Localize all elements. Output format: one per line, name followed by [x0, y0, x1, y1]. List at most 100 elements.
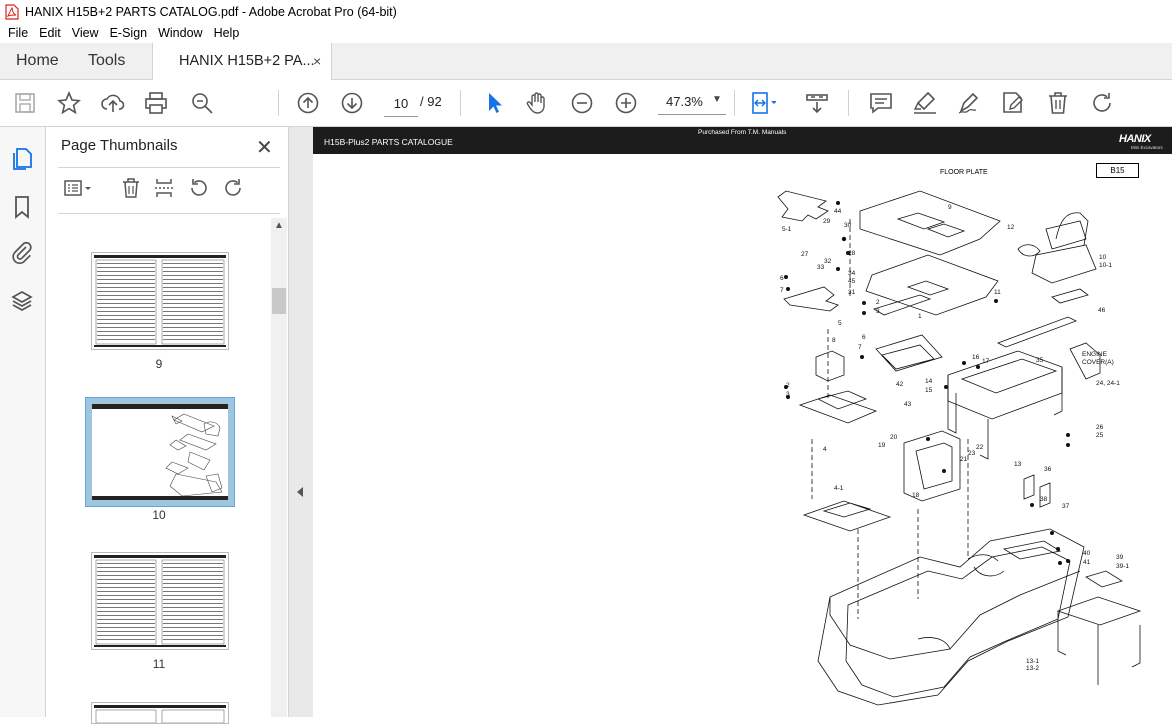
prev-page-icon[interactable] [295, 90, 321, 116]
callout-13-2: 13-2 [1026, 665, 1039, 672]
hand-icon[interactable] [524, 90, 550, 116]
scroll-up-icon[interactable]: ▲ [274, 220, 284, 231]
callout-18: 18 [912, 492, 920, 499]
callout-35: 35 [1036, 357, 1044, 364]
select-cursor-icon[interactable] [481, 90, 507, 116]
menu-edit[interactable]: Edit [39, 26, 61, 40]
thumbnail-options-icon[interactable] [61, 177, 91, 199]
hanix-logo: HANIX [1119, 133, 1151, 145]
page-total: / 92 [420, 94, 442, 109]
callout-16: 16 [972, 354, 980, 361]
tab-document[interactable]: HANIX H15B+2 PA... × [152, 43, 332, 80]
callout-27: 27 [801, 251, 809, 258]
callout-5-1: 5-1 [782, 226, 792, 233]
print-icon[interactable] [143, 90, 169, 116]
rotate-icon[interactable] [1089, 90, 1115, 116]
star-icon[interactable] [56, 90, 82, 116]
callout-17: 17 [982, 358, 990, 365]
menu-window[interactable]: Window [158, 26, 202, 40]
page-view-icon[interactable] [750, 90, 777, 116]
callout-2b: 2 [786, 382, 790, 389]
page-thumbnail-12[interactable] [91, 702, 229, 724]
callout-24: 24, 24-1 [1096, 380, 1120, 387]
callout-23: 23 [968, 450, 976, 457]
callout-15: 15 [925, 387, 933, 394]
callout-8: 8 [832, 337, 836, 344]
callout-29: 29 [823, 218, 831, 225]
delete-page-icon[interactable] [120, 177, 142, 199]
callout-42: 42 [896, 381, 904, 388]
callout-43: 43 [904, 401, 912, 408]
sign-icon[interactable] [956, 90, 982, 116]
highlight-icon[interactable] [912, 90, 938, 116]
callout-5: 5 [838, 320, 842, 327]
tab-tools[interactable]: Tools [88, 43, 125, 79]
tab-bar: Home Tools HANIX H15B+2 PA... × [0, 43, 1172, 80]
collapse-panel-icon[interactable] [297, 487, 303, 497]
callout-7: 7 [780, 287, 784, 294]
tab-home[interactable]: Home [16, 43, 59, 79]
callout-25: 25 [1096, 432, 1104, 439]
page-number-input[interactable] [384, 90, 418, 117]
title-bar: HANIX H15B+2 PARTS CATALOG.pdf - Adobe A… [0, 0, 1172, 23]
callout-36: 36 [1044, 466, 1052, 473]
callout-13: 13 [1014, 461, 1022, 468]
zoom-value: 47.3% [666, 94, 703, 109]
save-icon[interactable] [12, 90, 38, 116]
callout-6: 6 [780, 275, 784, 282]
callout-3b: 3 [786, 391, 790, 398]
callout-2a: 2 [876, 299, 880, 306]
menu-file[interactable]: File [8, 26, 28, 40]
panel-splitter[interactable] [288, 127, 314, 717]
acrobat-app-icon [5, 3, 19, 20]
callout-11: 11 [994, 289, 1001, 296]
callout-7b: 7 [858, 344, 862, 351]
callout-20: 20 [890, 434, 898, 441]
purchased-note: Purchased From T.M. Manuals [698, 129, 787, 136]
zoom-out-icon[interactable] [569, 90, 595, 116]
chevron-down-icon: ▼ [712, 94, 722, 105]
callout-12: 12 [1007, 224, 1015, 231]
callout-39-1: 39-1 [1116, 563, 1129, 570]
callout-46: 46 [1098, 307, 1106, 314]
zoom-select[interactable]: 47.3% ▼ [658, 90, 726, 115]
upload-icon[interactable] [100, 90, 126, 116]
zoom-in-icon[interactable] [613, 90, 639, 116]
menu-esign[interactable]: E-Sign [110, 26, 148, 40]
scrollbar-thumb[interactable] [272, 288, 286, 314]
left-rail [0, 127, 46, 717]
menu-help[interactable]: Help [214, 26, 240, 40]
main-toolbar: / 92 47.3% ▼ [0, 80, 1172, 127]
callout-44: 44 [834, 208, 842, 215]
layers-icon[interactable] [10, 289, 34, 313]
callout-6b: 6 [862, 334, 866, 341]
menu-view[interactable]: View [72, 26, 99, 40]
callout-cover-a: COVER(A) [1082, 359, 1114, 366]
tab-close-button[interactable]: × [313, 43, 321, 79]
bookmark-icon[interactable] [10, 195, 34, 219]
rotate-ccw-icon[interactable] [188, 177, 210, 199]
scroll-mode-icon[interactable] [804, 90, 830, 116]
callout-1: 1 [918, 313, 922, 320]
page-thumbnail-9[interactable] [91, 252, 229, 350]
comment-icon[interactable] [868, 90, 894, 116]
delete-icon[interactable] [1045, 90, 1071, 116]
zoom-search-icon[interactable] [189, 90, 215, 116]
window-title: HANIX H15B+2 PARTS CATALOG.pdf - Adobe A… [25, 4, 397, 19]
rotate-cw-icon[interactable] [222, 177, 244, 199]
page-thumbnail-11[interactable] [91, 552, 229, 650]
page-header-band: H15B-Plus2 PARTS CATALOGUE Purchased Fro… [313, 127, 1172, 154]
pages-icon[interactable] [10, 147, 34, 171]
page-thumbnail-10[interactable] [91, 403, 229, 501]
callout-32: 32 [824, 258, 832, 265]
attachment-icon[interactable] [10, 241, 34, 265]
callout-10-1: 10-1 [1099, 262, 1112, 269]
edit-pdf-icon[interactable] [1000, 90, 1026, 116]
next-page-icon[interactable] [339, 90, 365, 116]
exploded-parts-diagram: 5-1 44 29 30 9 12 27 32 28 33 10 10-1 6 … [777, 190, 1142, 706]
callout-19: 19 [878, 442, 886, 449]
panel-close-button[interactable]: ✕ [256, 135, 273, 160]
catalogue-title: H15B-Plus2 PARTS CATALOGUE [324, 137, 453, 147]
thumbnail-label-10: 10 [152, 508, 166, 522]
extract-page-icon[interactable] [153, 177, 175, 199]
